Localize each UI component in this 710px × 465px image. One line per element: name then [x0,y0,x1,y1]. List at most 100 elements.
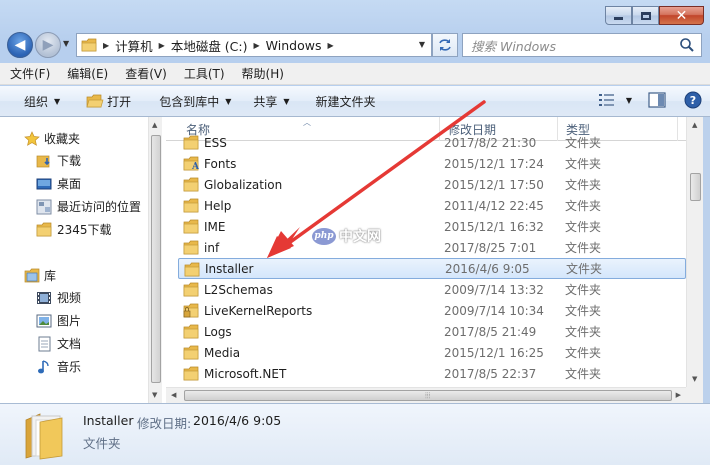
menu-view[interactable]: 查看(V) [125,65,167,82]
folder-icon [183,219,199,237]
file-name: IME [204,219,226,234]
scrollbar-thumb[interactable] [151,135,161,383]
breadcrumb-windows[interactable]: Windows [266,38,322,53]
details-item-type: 文件夹 [83,436,121,451]
scrollbar-thumb[interactable]: ⦙⦙⦙ [184,390,672,401]
breadcrumb-separator[interactable]: ▶ [103,41,109,50]
sidebar-item-documents[interactable]: 文档 [36,335,81,352]
change-view-icon[interactable] [598,92,616,108]
address-history-dropdown[interactable]: ▼ [419,40,425,49]
sidebar-item-pictures[interactable]: 图片 [36,312,81,329]
file-type: 文件夹 [565,220,602,234]
breadcrumb-separator[interactable]: ▶ [254,41,260,50]
file-date-modified: 2015/12/1 17:50 [444,177,544,192]
sidebar-favorites[interactable]: 收藏夹 [24,130,80,147]
scroll-right-icon[interactable]: ▶ [676,391,681,399]
file-date-modified: 2011/4/12 22:45 [444,198,544,213]
watermark-text: 中文网 [339,229,381,245]
sidebar-item-downloads[interactable]: 下载 [36,152,81,169]
new-folder-button[interactable]: 新建文件夹 [316,93,376,110]
scroll-down-icon[interactable]: ▼ [692,375,697,383]
breadcrumb-local-disk[interactable]: 本地磁盘 (C:) [171,36,248,55]
sidebar-libraries[interactable]: 库 [24,267,56,284]
recent-pages-dropdown[interactable]: ▼ [63,39,69,48]
sidebar-item-videos[interactable]: 视频 [36,289,81,306]
minimize-icon [614,17,623,20]
file-name: Logs [204,324,232,339]
scroll-up-icon[interactable]: ▲ [692,121,697,129]
sidebar-item-label: 桌面 [57,177,82,191]
menu-help[interactable]: 帮助(H) [242,65,284,82]
file-name: Media [204,345,241,360]
address-bar[interactable]: ▶ 计算机 ▶ 本地磁盘 (C:) ▶ Windows ▶ ▼ [76,33,432,57]
refresh-button[interactable] [432,33,458,57]
sidebar-item-label: 2345下载 [57,223,112,237]
music-icon [38,359,49,373]
library-icon [24,268,40,283]
open-button[interactable]: 打开 [86,93,131,110]
breadcrumb-separator[interactable]: ▶ [159,41,165,50]
file-date-modified: 2015/12/1 16:32 [444,219,544,234]
menu-edit[interactable]: 编辑(E) [67,65,108,82]
file-name: LiveKernelReports [204,303,313,318]
file-type: 文件夹 [565,346,602,360]
file-row[interactable]: IME 2015/12/1 16:32 文件夹 [178,216,686,237]
file-list-vertical-scrollbar[interactable]: ▲ ▼ [686,117,703,387]
file-list-horizontal-scrollbar[interactable]: ◀ ⦙⦙⦙ ▶ [166,387,686,403]
file-row[interactable]: Help 2011/4/12 22:45 文件夹 [178,195,686,216]
file-row[interactable]: Logs 2017/8/5 21:49 文件夹 [178,321,686,342]
file-date-modified: 2009/7/14 13:32 [444,282,544,297]
folder-icon [183,135,199,153]
file-row[interactable]: L2Schemas 2009/7/14 13:32 文件夹 [178,279,686,300]
search-icon[interactable] [679,37,695,53]
maximize-button[interactable] [632,6,659,25]
organize-label: 组织 [24,94,49,109]
menu-bar: 文件(F) 编辑(E) 查看(V) 工具(T) 帮助(H) [0,63,710,85]
file-date-modified: 2017/8/5 22:37 [444,366,537,381]
back-button[interactable]: ◀ [7,32,33,58]
scroll-down-icon[interactable]: ▼ [152,391,157,399]
preview-pane-icon[interactable] [648,92,666,108]
file-row[interactable]: LiveKernelReports 2009/7/14 10:34 文件夹 [178,300,686,321]
navigation-pane-scrollbar[interactable]: ▲ ▼ [148,117,162,403]
organize-button[interactable]: 组织 ▼ [24,93,60,110]
file-name: ESS [204,135,227,150]
include-in-library-button[interactable]: 包含到库中 ▼ [159,93,231,110]
navigation-pane: 收藏夹 下载 桌面 最近访问的位置 2345下载 库 视频 图片 文档 音乐 [0,117,148,403]
search-input[interactable]: 搜索 Windows [462,33,702,57]
help-icon[interactable]: ? [684,91,702,109]
scroll-left-icon[interactable]: ◀ [171,391,176,399]
menu-tools[interactable]: 工具(T) [184,65,225,82]
sidebar-item-music[interactable]: 音乐 [36,358,81,375]
breadcrumb-separator[interactable]: ▶ [327,41,333,50]
file-type: 文件夹 [565,199,602,213]
file-row[interactable]: ESS 2017/8/2 21:30 文件夹 [178,132,686,153]
file-row[interactable]: Microsoft.NET 2017/8/5 22:37 文件夹 [178,363,686,384]
breadcrumb-computer[interactable]: 计算机 [115,36,153,55]
file-row[interactable]: Installer 2016/4/6 9:05 文件夹 [178,258,686,279]
sidebar-item-recent-places[interactable]: 最近访问的位置 [36,198,141,215]
scroll-up-icon[interactable]: ▲ [152,121,157,129]
php-logo: php [312,227,336,245]
minimize-button[interactable] [605,6,632,25]
window-right-border [703,117,710,403]
folder-icon [183,282,199,300]
close-button[interactable]: ✕ [659,6,704,25]
menu-file[interactable]: 文件(F) [10,65,50,82]
forward-button[interactable]: ▶ [35,32,61,58]
share-button[interactable]: 共享 ▼ [253,93,289,110]
chevron-down-icon: ▼ [283,96,290,106]
view-options-chevron-icon[interactable]: ▼ [626,96,632,105]
file-row[interactable]: A Fonts 2015/12/1 17:24 文件夹 [178,153,686,174]
sidebar-item-desktop[interactable]: 桌面 [36,175,81,192]
sidebar-item-2345-downloads[interactable]: 2345下载 [36,221,112,238]
file-type: 文件夹 [565,367,602,381]
scrollbar-thumb[interactable] [690,173,701,201]
file-row[interactable]: Globalization 2015/12/1 17:50 文件夹 [178,174,686,195]
scrollbar-grip: ⦙⦙⦙ [425,391,431,400]
details-item-name: Installer [83,413,134,428]
folder-icon [81,38,97,52]
file-row[interactable]: inf 2017/8/25 7:01 文件夹 [178,237,686,258]
forward-arrow-icon: ▶ [42,37,54,53]
file-row[interactable]: Media 2015/12/1 16:25 文件夹 [178,342,686,363]
